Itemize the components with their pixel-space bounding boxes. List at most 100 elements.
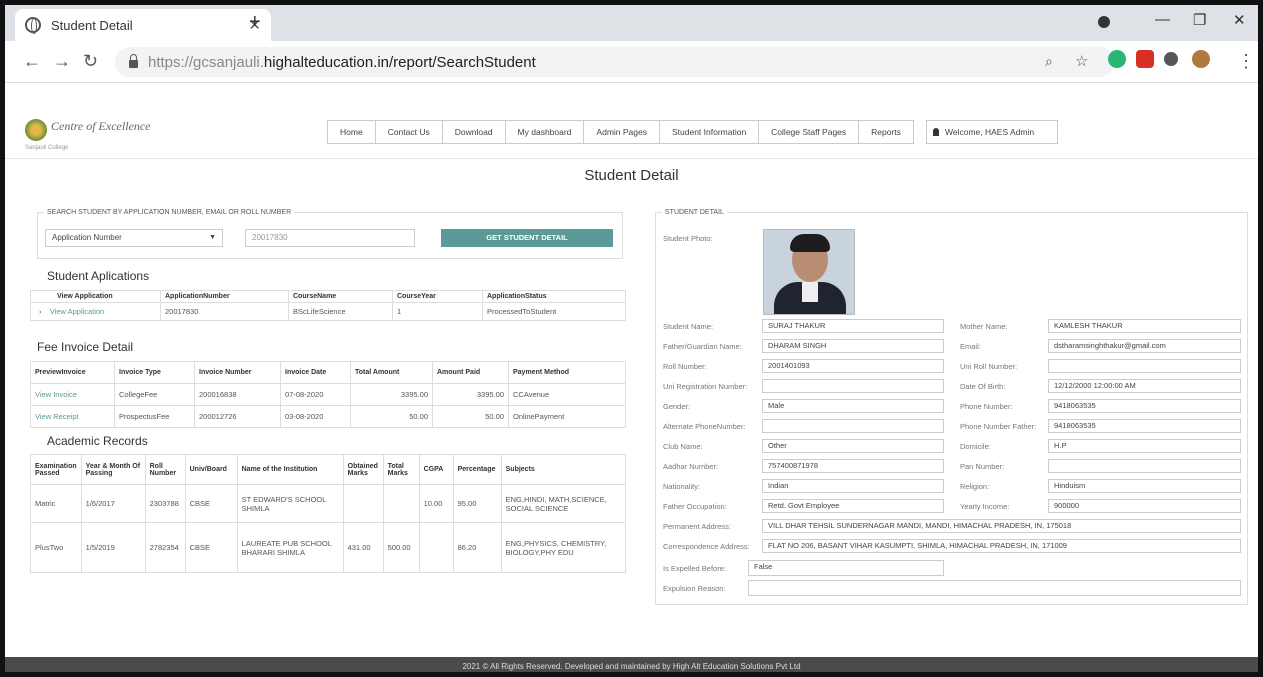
browser-window: Student Detail ✕ + — ❐ ✕ ← → ↻ https://g… bbox=[0, 0, 1263, 677]
cell-amount-paid: 3395.00 bbox=[432, 383, 509, 406]
cell-board: CBSE bbox=[184, 522, 238, 573]
college-seal-icon bbox=[25, 119, 47, 141]
url-field[interactable]: https://gcsanjauli. highalteducation.in/… bbox=[115, 47, 1115, 77]
cell-invoice-number: 200016838 bbox=[194, 383, 281, 406]
phone-label: Phone Number: bbox=[960, 402, 1013, 411]
view-invoice-link[interactable]: View Invoice bbox=[30, 383, 115, 406]
pan-field[interactable] bbox=[1048, 459, 1241, 473]
email-field[interactable]: dstharamsinghthakur@gmail.com bbox=[1048, 339, 1241, 353]
cell-roll: 2303788 bbox=[144, 484, 186, 523]
view-application-link[interactable]: View Application bbox=[50, 307, 104, 316]
extension-red-icon[interactable] bbox=[1136, 50, 1154, 68]
back-icon[interactable]: ← bbox=[23, 51, 41, 72]
application-cell: › View Application bbox=[30, 302, 161, 321]
expulsion-reason-field[interactable] bbox=[748, 580, 1241, 596]
father-name-field[interactable]: DHARAM SINGH bbox=[762, 339, 944, 353]
mother-name-field[interactable]: KAMLESH THAKUR bbox=[1048, 319, 1241, 333]
extension-green-icon[interactable] bbox=[1108, 50, 1126, 68]
search-input[interactable]: 20017830 bbox=[245, 229, 415, 247]
col-application-status: ApplicationStatus bbox=[482, 290, 626, 303]
phone-field[interactable]: 9418063535 bbox=[1048, 399, 1241, 413]
close-window-icon[interactable]: ✕ bbox=[1233, 11, 1246, 29]
col-preview-invoice: PreviewInvoice bbox=[30, 361, 115, 384]
logo-subtext: Sanjauli College bbox=[25, 145, 69, 151]
view-receipt-link[interactable]: View Receipt bbox=[30, 405, 115, 428]
religion-field[interactable]: Hinduism bbox=[1048, 479, 1241, 493]
menu-college-staff-pages[interactable]: College Staff Pages bbox=[759, 121, 860, 143]
student-name-field[interactable]: SURAJ THAKUR bbox=[762, 319, 944, 333]
col-examination: Examination Passed bbox=[30, 454, 82, 485]
col-univ-board: Univ/Board bbox=[184, 454, 238, 485]
col-obtained-marks: Obtained Marks bbox=[342, 454, 384, 485]
cell-obtained: 431.00 bbox=[342, 522, 384, 573]
domicile-label: Domicile: bbox=[960, 442, 991, 451]
student-detail-legend: STUDENT DETAIL bbox=[665, 209, 724, 216]
menu-reports[interactable]: Reports bbox=[859, 121, 913, 143]
col-application-number: ApplicationNumber bbox=[160, 290, 289, 303]
browser-tab[interactable]: Student Detail ✕ bbox=[15, 9, 271, 41]
col-course-year: CourseYear bbox=[392, 290, 483, 303]
permanent-address-label: Permanent Address: bbox=[663, 522, 731, 531]
extensions-puzzle-icon[interactable] bbox=[1164, 52, 1178, 66]
menu-dots-icon[interactable]: ⋮ bbox=[1237, 51, 1255, 72]
uni-registration-label: Uni Registration Number: bbox=[663, 382, 748, 391]
uni-roll-field[interactable] bbox=[1048, 359, 1241, 373]
forward-icon[interactable]: → bbox=[53, 51, 71, 72]
cell-percentage: 95.00 bbox=[452, 484, 502, 523]
gender-label: Gender: bbox=[663, 402, 691, 411]
correspondence-address-label: Correspondence Address: bbox=[663, 542, 750, 551]
dob-field[interactable]: 12/12/2000 12:00:00 AM bbox=[1048, 379, 1241, 393]
income-field[interactable]: 900000 bbox=[1048, 499, 1241, 513]
menu-contact-us[interactable]: Contact Us bbox=[376, 121, 443, 143]
correspondence-address-field[interactable]: FLAT NO 206, BASANT VIHAR KASUMPTI, SHIM… bbox=[762, 539, 1241, 553]
restore-icon[interactable]: ❐ bbox=[1193, 11, 1206, 29]
father-occupation-field[interactable]: Retd. Govt Employee bbox=[762, 499, 944, 513]
profile-icon[interactable] bbox=[1098, 16, 1110, 28]
get-student-detail-button[interactable]: GET STUDENT DETAIL bbox=[441, 229, 613, 247]
site-header: Centre of Excellence Sanjauli College Ho… bbox=[5, 83, 1258, 159]
cell-exam: Matric bbox=[30, 484, 82, 523]
father-phone-field[interactable]: 9418063535 bbox=[1048, 419, 1241, 433]
club-field[interactable]: Other bbox=[762, 439, 944, 453]
new-tab-icon[interactable]: + bbox=[249, 11, 261, 34]
nationality-field[interactable]: Indian bbox=[762, 479, 944, 493]
search-type-select[interactable]: Application Number ▼ bbox=[45, 229, 223, 247]
roll-number-field[interactable]: 2001401093 bbox=[762, 359, 944, 373]
nationality-label: Nationality: bbox=[663, 482, 701, 491]
expelled-field[interactable]: False bbox=[748, 560, 944, 576]
reload-icon[interactable]: ↻ bbox=[83, 51, 98, 72]
uni-roll-label: Uni Roll Number: bbox=[960, 362, 1018, 371]
avatar[interactable] bbox=[1192, 50, 1210, 68]
table-row: View Invoice CollegeFee 200016838 07-08-… bbox=[30, 383, 626, 406]
col-payment-method: Payment Method bbox=[508, 361, 626, 384]
menu-student-information[interactable]: Student Information bbox=[660, 121, 760, 143]
table-row: › View Application 20017830 BScLifeScien… bbox=[30, 302, 626, 321]
star-icon[interactable]: ☆ bbox=[1075, 52, 1088, 70]
cell-invoice-number: 200012726 bbox=[194, 405, 281, 428]
cell-roll: 2782354 bbox=[144, 522, 186, 573]
menu-home[interactable]: Home bbox=[328, 121, 376, 143]
gender-field[interactable]: Male bbox=[762, 399, 944, 413]
cell-percentage: 86.20 bbox=[452, 522, 502, 573]
col-course-name: CourseName bbox=[288, 290, 393, 303]
permanent-address-field[interactable]: VILL DHAR TEHSIL SUNDERNAGAR MANDI, MAND… bbox=[762, 519, 1241, 533]
photo-hair bbox=[790, 234, 830, 252]
minimize-icon[interactable]: — bbox=[1155, 11, 1170, 28]
alt-phone-field[interactable] bbox=[762, 419, 944, 433]
menu-download[interactable]: Download bbox=[443, 121, 506, 143]
religion-label: Religion: bbox=[960, 482, 990, 491]
uni-registration-field[interactable] bbox=[762, 379, 944, 393]
aadhar-field[interactable]: 757400871978 bbox=[762, 459, 944, 473]
fee-invoice-title: Fee Invoice Detail bbox=[37, 340, 134, 354]
welcome-user[interactable]: Welcome, HAES Admin bbox=[926, 120, 1058, 144]
income-label: Yearly Income: bbox=[960, 502, 1010, 511]
cell-board: CBSE bbox=[184, 484, 238, 523]
cell-subjects: ENG,PHYSICS, CHEMISTRY, BIOLOGY,PHY EDU bbox=[500, 522, 627, 573]
domicile-field[interactable]: H.P bbox=[1048, 439, 1241, 453]
pan-label: Pan Number: bbox=[960, 462, 1005, 471]
menu-admin-pages[interactable]: Admin Pages bbox=[584, 121, 660, 143]
cell-payment-method: OnlinePayment bbox=[508, 405, 626, 428]
expand-row-icon[interactable]: › bbox=[39, 307, 42, 316]
zoom-icon[interactable]: ⌕ bbox=[1045, 53, 1053, 70]
menu-my-dashboard[interactable]: My dashboard bbox=[506, 121, 585, 143]
